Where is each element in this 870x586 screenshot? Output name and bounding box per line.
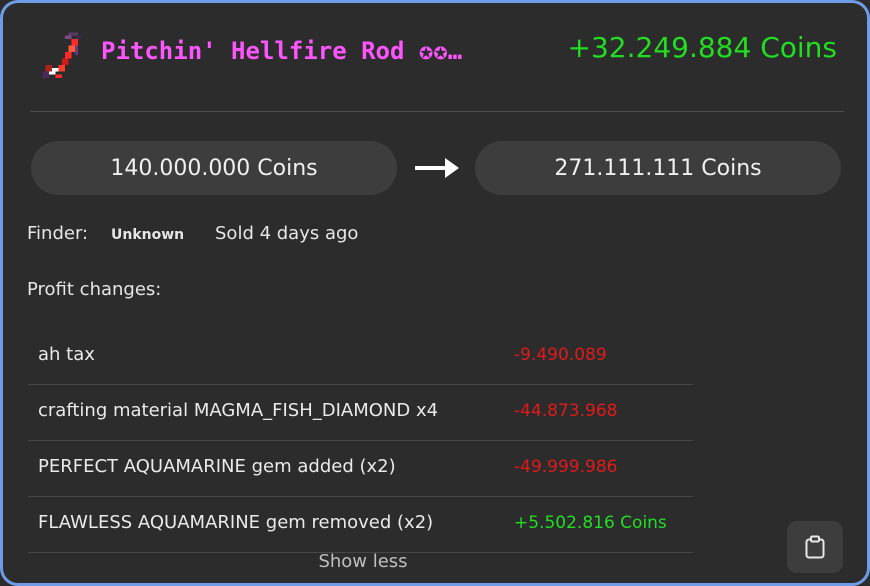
list-item: crafting material MAGMA_FISH_DIAMOND x4 … [28,385,693,441]
change-label: PERFECT AQUAMARINE gem added (x2) [38,456,396,477]
show-less-button[interactable]: Show less [293,551,433,572]
change-value: +5.502.816 Coins [514,513,667,533]
list-item: ah tax -9.490.089 [28,329,693,385]
profit-changes-list: ah tax -9.490.089 crafting material MAGM… [28,329,693,553]
item-header: Pitchin' Hellfire Rod ✪✪… +32.249.884 Co… [39,29,837,79]
profit-total: +32.249.884 Coins [567,31,837,64]
profit-changes-title: Profit changes: [27,279,162,300]
change-label: FLAWLESS AQUAMARINE gem removed (x2) [38,512,434,533]
change-value: -44.873.968 [514,401,618,421]
change-label: ah tax [38,344,95,365]
arrow-right-icon [415,158,459,178]
buy-price: 140.000.000 Coins [31,141,397,195]
sold-time: Sold 4 days ago [215,223,359,244]
item-name: Pitchin' Hellfire Rod ✪✪… [101,37,463,65]
list-item: FLAWLESS AQUAMARINE gem removed (x2) +5.… [28,497,693,553]
sell-price: 271.111.111 Coins [475,141,841,195]
clipboard-icon [805,535,825,559]
flip-card: Pitchin' Hellfire Rod ✪✪… +32.249.884 Co… [0,0,870,586]
header-divider [30,111,844,112]
change-value: -49.999.986 [514,457,618,477]
fishing-rod-icon [42,32,82,78]
copy-button[interactable] [787,521,843,573]
change-label: crafting material MAGMA_FISH_DIAMOND x4 [38,400,439,421]
finder-value: Unknown [111,227,185,243]
list-item: PERFECT AQUAMARINE gem added (x2) -49.99… [28,441,693,497]
change-value: -9.490.089 [514,345,607,365]
finder-label: Finder: [27,223,89,244]
